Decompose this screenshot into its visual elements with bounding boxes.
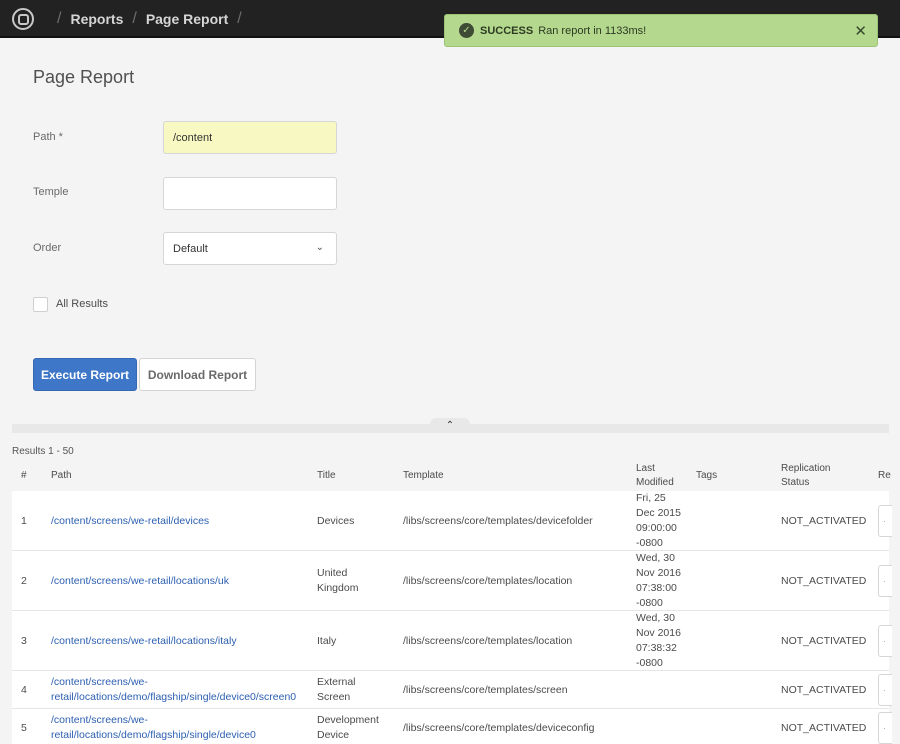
toast-status: SUCCESS (480, 24, 534, 37)
row-number: 3 (21, 634, 27, 647)
row-template: /libs/screens/core/templates/deviceconfi… (403, 721, 595, 734)
column-header-path[interactable]: Path (51, 469, 72, 483)
row-last-modified: Fri, 25 Dec 2015 09:00:00 -0800 (636, 492, 681, 549)
row-action-button[interactable]: · (878, 505, 892, 537)
row-path-link[interactable]: /content/screens/we-retail/locations/uk (51, 551, 306, 611)
row-path-link[interactable]: /content/screens/we-retail/locations/dem… (51, 709, 306, 744)
results-count: Results 1 - 50 (12, 446, 74, 457)
row-template: /libs/screens/core/templates/location (403, 634, 573, 647)
row-path-link[interactable]: /content/screens/we-retail/locations/ita… (51, 611, 306, 671)
row-replication-status: NOT_ACTIVATED (781, 721, 867, 734)
row-last-modified: Wed, 30 Nov 2016 07:38:00 -0800 (636, 552, 681, 609)
row-path-link[interactable]: /content/screens/we-retail/locations/dem… (51, 671, 306, 709)
column-header-title[interactable]: Title (317, 469, 336, 483)
column-header-truncated: Re (878, 470, 891, 481)
column-header-replication-status[interactable]: Replication Status (781, 462, 851, 490)
aem-logo-icon[interactable] (12, 8, 34, 30)
row-last-modified: Wed, 30 Nov 2016 07:38:32 -0800 (636, 612, 681, 669)
breadcrumb: / Reports / Page Report / (57, 10, 242, 27)
close-icon[interactable]: ✕ (854, 22, 867, 40)
path-input[interactable]: /content (163, 121, 337, 154)
toast-message: Ran report in 1133ms! (538, 24, 647, 37)
row-template: /libs/screens/core/templates/screen (403, 683, 568, 696)
row-action-button[interactable]: · (878, 565, 892, 597)
row-number: 1 (21, 514, 27, 527)
row-title: External Screen (317, 676, 356, 703)
row-title: United Kingdom (317, 567, 359, 594)
template-input[interactable] (163, 177, 337, 210)
collapse-toggle[interactable]: ⌃ (430, 418, 470, 433)
table-row: 3 /content/screens/we-retail/locations/i… (12, 611, 892, 671)
row-action-button[interactable]: · (878, 712, 892, 744)
table-row: 2 /content/screens/we-retail/locations/u… (12, 551, 892, 611)
all-results-checkbox[interactable] (33, 297, 48, 312)
row-title: Italy (317, 634, 337, 647)
breadcrumb-page-report[interactable]: Page Report (146, 11, 228, 27)
template-label: Temple (33, 186, 69, 198)
row-path-link[interactable]: /content/screens/we-retail/devices (51, 491, 306, 551)
order-selected-value: Default (173, 242, 208, 255)
row-template: /libs/screens/core/templates/location (403, 574, 573, 587)
row-replication-status: NOT_ACTIVATED (781, 634, 867, 647)
row-number: 5 (21, 721, 27, 734)
page-title: Page Report (33, 67, 135, 87)
row-replication-status: NOT_ACTIVATED (781, 514, 867, 527)
order-select[interactable]: Default ⌄ (163, 232, 337, 265)
row-number: 2 (21, 574, 27, 587)
execute-report-button[interactable]: Execute Report (33, 358, 137, 391)
row-title: Devices (317, 514, 355, 527)
all-results-label[interactable]: All Results (56, 298, 108, 310)
breadcrumb-reports[interactable]: Reports (70, 11, 123, 27)
column-header-number: # (21, 470, 27, 481)
column-header-template[interactable]: Template (403, 469, 444, 483)
column-header-tags[interactable]: Tags (696, 469, 717, 483)
chevron-down-icon: ⌄ (315, 242, 324, 253)
row-replication-status: NOT_ACTIVATED (781, 574, 867, 587)
table-row: 5 /content/screens/we-retail/locations/d… (12, 709, 892, 744)
column-header-last-modified[interactable]: Last Modified (636, 462, 686, 490)
check-circle-icon: ✓ (459, 23, 474, 38)
row-action-button[interactable]: · (878, 674, 892, 706)
row-replication-status: NOT_ACTIVATED (781, 683, 867, 696)
table-row: 4 /content/screens/we-retail/locations/d… (12, 671, 892, 709)
success-toast: ✓ SUCCESS Ran report in 1133ms! ✕ (444, 14, 878, 47)
row-number: 4 (21, 683, 27, 696)
row-action-button[interactable]: · (878, 625, 892, 657)
chevron-up-icon: ⌃ (445, 420, 455, 431)
row-title: Development Device (317, 714, 379, 741)
path-label: Path * (33, 131, 63, 143)
row-template: /libs/screens/core/templates/devicefolde… (403, 514, 593, 527)
order-label: Order (33, 242, 62, 254)
download-report-button[interactable]: Download Report (139, 358, 256, 391)
table-row: 1 /content/screens/we-retail/devices Dev… (12, 491, 892, 551)
results-table: 1 /content/screens/we-retail/devices Dev… (12, 491, 892, 744)
